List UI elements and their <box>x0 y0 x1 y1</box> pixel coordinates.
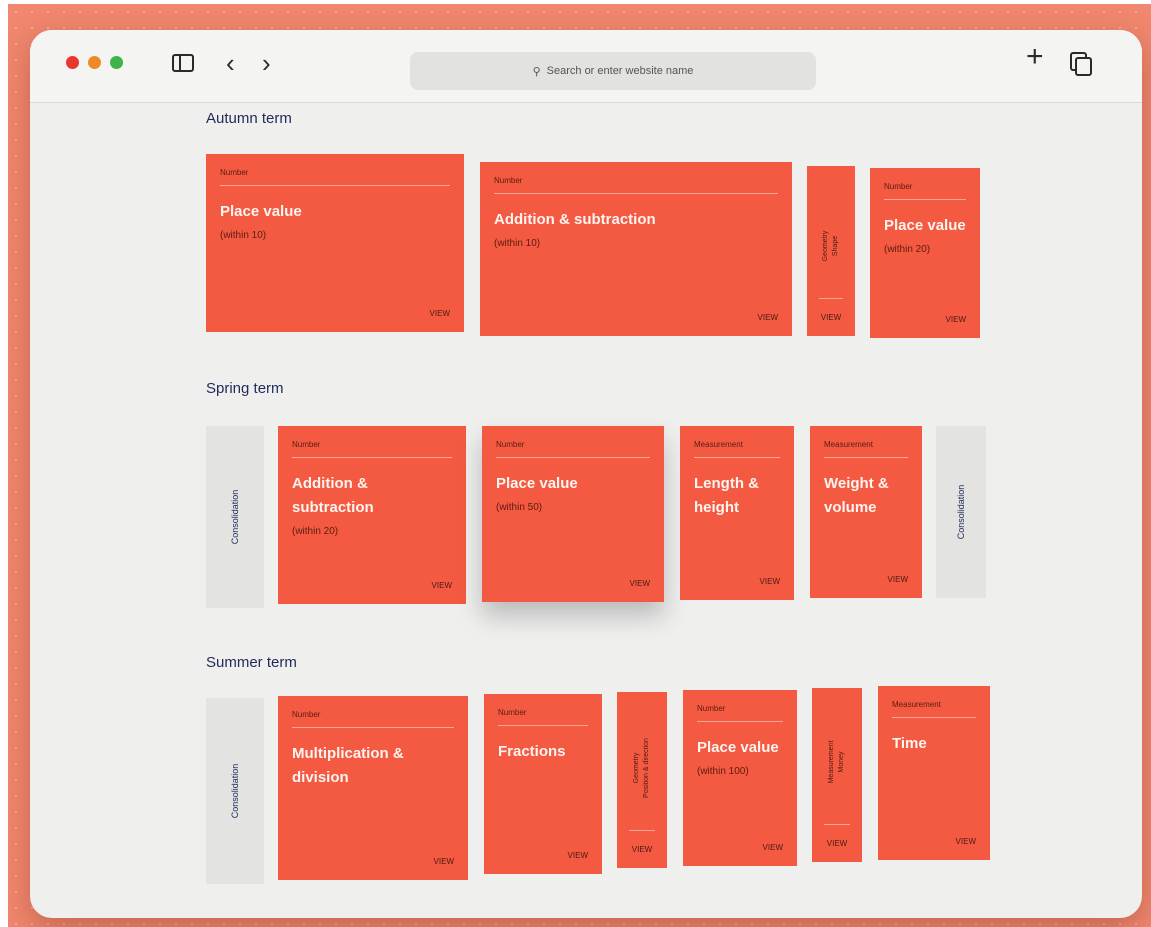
view-link[interactable]: VIEW <box>763 843 783 852</box>
card-title: Place value <box>220 203 302 220</box>
summer-card-geometry-position[interactable]: Geometry Position & direction VIEW <box>617 692 667 868</box>
card-subtitle: (within 100) <box>697 766 749 777</box>
summer-card-measurement-money[interactable]: Measurement Money VIEW <box>812 688 862 862</box>
view-link[interactable]: VIEW <box>432 581 452 590</box>
card-category: Number <box>220 168 450 186</box>
card-category: Number <box>292 710 454 728</box>
spring-term-title: Spring term <box>206 380 284 397</box>
card-category: Measurement <box>892 700 976 718</box>
card-category: Measurement <box>824 440 908 458</box>
card-subtitle: (within 10) <box>494 238 541 249</box>
spring-card-length-height[interactable]: Measurement Length & height VIEW <box>680 426 794 600</box>
card-title-line1: Length & <box>694 475 759 492</box>
summer-card-place-value-100[interactable]: Number Place value (within 100) VIEW <box>683 690 797 866</box>
minimize-window-button[interactable] <box>88 56 101 69</box>
card-category: Number <box>884 182 966 200</box>
view-link[interactable]: VIEW <box>760 577 780 586</box>
card-title: Place value <box>697 739 779 756</box>
spring-card-place-value-50[interactable]: Number Place value (within 50) VIEW <box>482 426 664 602</box>
card-category: Number <box>292 440 452 458</box>
card-vertical-label: Measurement Money <box>827 717 847 807</box>
view-link[interactable]: VIEW <box>758 313 778 322</box>
search-placeholder: Search or enter website name <box>546 65 694 77</box>
view-link[interactable]: VIEW <box>888 575 908 584</box>
card-title: Addition & subtraction <box>292 472 452 520</box>
card-title: Money <box>838 751 845 773</box>
card-category: Geometry <box>633 752 640 784</box>
autumn-term-title: Autumn term <box>206 110 292 127</box>
card-title-line2: height <box>694 499 739 516</box>
card-title: Fractions <box>498 743 566 760</box>
card-title: Length & height <box>694 472 780 520</box>
autumn-card-geometry-shape[interactable]: Geometry Shape VIEW <box>807 166 855 336</box>
card-vertical-label: Geometry Position & direction <box>632 723 652 813</box>
card-divider <box>819 298 843 299</box>
card-title: Multiplication & division <box>292 742 454 790</box>
address-bar[interactable]: ⚲ Search or enter website name <box>410 52 816 90</box>
view-link[interactable]: VIEW <box>568 851 588 860</box>
card-category: Measurement <box>828 740 835 784</box>
spring-card-weight-volume[interactable]: Measurement Weight & volume VIEW <box>810 426 922 598</box>
card-title-line1: Addition & <box>292 475 368 492</box>
card-subtitle: (within 20) <box>292 526 339 537</box>
card-subtitle: (within 20) <box>884 244 931 255</box>
view-link[interactable]: VIEW <box>946 315 966 324</box>
sidebar-toggle-icon[interactable] <box>172 54 194 72</box>
summer-card-fractions[interactable]: Number Fractions VIEW <box>484 694 602 874</box>
card-subtitle: (within 50) <box>496 502 543 513</box>
browser-window: ‹ › ⚲ Search or enter website name + Aut… <box>30 30 1142 918</box>
autumn-card-place-value-20[interactable]: Number Place value (within 20) VIEW <box>870 168 980 338</box>
consolidation-label: Consolidation <box>956 484 966 540</box>
card-category: Number <box>697 704 783 722</box>
card-title-line2: subtraction <box>292 499 374 516</box>
card-category: Number <box>494 176 778 194</box>
card-title-line2: division <box>292 769 349 786</box>
spring-card-addition-subtraction[interactable]: Number Addition & subtraction (within 20… <box>278 426 466 604</box>
summer-term-title: Summer term <box>206 654 297 671</box>
view-link[interactable]: VIEW <box>821 313 841 322</box>
maximize-window-button[interactable] <box>110 56 123 69</box>
view-link[interactable]: VIEW <box>434 857 454 866</box>
card-vertical-label: Geometry Shape <box>821 201 841 291</box>
card-title: Weight & volume <box>824 472 908 520</box>
card-divider <box>824 824 850 825</box>
card-category: Number <box>496 440 650 458</box>
card-title-line1: Weight & <box>824 475 889 492</box>
search-icon: ⚲ <box>532 65 541 78</box>
card-category: Measurement <box>694 440 780 458</box>
card-category: Geometry <box>822 230 829 262</box>
view-link[interactable]: VIEW <box>956 837 976 846</box>
card-title-line2: volume <box>824 499 877 516</box>
tab-overview-icon[interactable] <box>1070 52 1092 76</box>
spring-consolidation-left[interactable]: Consolidation <box>206 426 264 608</box>
card-title: Shape <box>832 235 839 257</box>
new-tab-icon[interactable]: + <box>1026 42 1044 72</box>
view-link[interactable]: VIEW <box>630 579 650 588</box>
spring-consolidation-right[interactable]: Consolidation <box>936 426 986 598</box>
back-icon[interactable]: ‹ <box>226 50 235 76</box>
card-subtitle: (within 10) <box>220 230 267 241</box>
consolidation-label: Consolidation <box>230 489 240 545</box>
summer-card-multiplication-division[interactable]: Number Multiplication & division VIEW <box>278 696 468 880</box>
view-link[interactable]: VIEW <box>827 839 847 848</box>
autumn-card-place-value[interactable]: Number Place value (within 10) VIEW <box>206 154 464 332</box>
browser-toolbar: ‹ › ⚲ Search or enter website name + <box>30 30 1142 103</box>
view-link[interactable]: VIEW <box>632 845 652 854</box>
autumn-card-addition-subtraction[interactable]: Number Addition & subtraction (within 10… <box>480 162 792 336</box>
card-title: Place value <box>884 217 966 234</box>
card-title-line1: Multiplication & <box>292 745 404 762</box>
summer-consolidation[interactable]: Consolidation <box>206 698 264 884</box>
card-title: Place value <box>496 475 578 492</box>
card-divider <box>629 830 655 831</box>
card-title: Position & direction <box>643 738 650 798</box>
view-link[interactable]: VIEW <box>430 309 450 318</box>
card-title: Addition & subtraction <box>494 211 656 228</box>
card-title: Time <box>892 735 927 752</box>
summer-card-time[interactable]: Measurement Time VIEW <box>878 686 990 860</box>
forward-icon[interactable]: › <box>262 50 271 76</box>
close-window-button[interactable] <box>66 56 79 69</box>
card-category: Number <box>498 708 588 726</box>
consolidation-label: Consolidation <box>230 763 240 819</box>
